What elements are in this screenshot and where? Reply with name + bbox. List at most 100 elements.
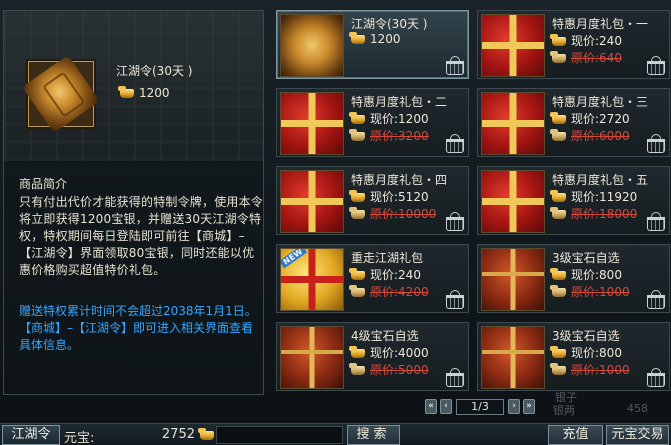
gold-ingot-icon — [349, 285, 365, 297]
item-current-price: 现价:1200 — [349, 110, 429, 127]
last-page-icon[interactable]: » — [523, 399, 535, 414]
item-current-price: 现价:11920 — [550, 188, 638, 205]
current-price-text: 现价:5120 — [370, 190, 429, 204]
item-title: 特惠月度礼包・五 — [552, 173, 649, 187]
basket-icon[interactable] — [647, 290, 665, 309]
item-thumb — [481, 14, 545, 77]
search-input[interactable] — [216, 426, 343, 444]
item-card[interactable]: 特惠月度礼包・一 现价:240 原价:640 — [477, 10, 670, 79]
gold-ingot-icon — [118, 86, 134, 98]
gold-ingot-icon — [349, 129, 365, 141]
original-price-text: 原价:1000 — [571, 363, 630, 377]
prev-page-icon[interactable]: ‹ — [440, 399, 452, 414]
item-grid: 江湖令(30天 ) 1200 特惠月度礼包・一 现价:240 原价:640 特惠… — [276, 10, 670, 391]
gold-ingot-icon — [550, 346, 566, 358]
red-gift-icon — [482, 171, 544, 232]
detail-price-value: 1200 — [139, 86, 170, 100]
currency-label: 元宝: — [64, 431, 95, 445]
privilege-note: 赠送特权累计时间不会超过2038年1月1日。【商城】–【江湖令】即可进入相关界面… — [19, 304, 257, 352]
item-original-price: 原价:10000 — [349, 205, 437, 222]
background-text: 银子 — [555, 391, 577, 404]
basket-icon[interactable] — [647, 368, 665, 387]
gold-ingot-icon — [550, 190, 566, 202]
current-price-text: 现价:800 — [571, 346, 622, 360]
item-card[interactable]: 特惠月度礼包・四 现价:5120 原价:10000 — [276, 166, 469, 235]
item-current-price: 现价:800 — [550, 266, 622, 283]
token-icon — [22, 55, 100, 133]
original-price-text: 原价:640 — [571, 51, 622, 65]
item-original-price: 原价:1000 — [550, 283, 630, 300]
gold-ingot-icon — [550, 34, 566, 46]
gold-ingot-icon — [349, 32, 365, 44]
item-detail-panel: 江湖令(30天 ) 1200 商品简介 只有付出代价才能获得的特制令牌，使用本令… — [3, 10, 264, 395]
tab-jianghu-ling[interactable]: 江湖令 — [2, 425, 60, 445]
next-page-icon[interactable]: › — [508, 399, 520, 414]
basket-icon[interactable] — [446, 212, 464, 231]
item-current-price: 现价:240 — [550, 32, 622, 49]
search-button[interactable]: 搜索 — [347, 425, 400, 445]
basket-icon[interactable] — [647, 56, 665, 75]
item-title: 特惠月度礼包・四 — [351, 173, 448, 187]
item-title: 4级宝石自选 — [351, 329, 419, 343]
recharge-button[interactable]: 充值 — [548, 425, 603, 445]
item-title: 重走江湖礼包 — [351, 251, 424, 265]
basket-icon[interactable] — [647, 134, 665, 153]
item-card[interactable]: 江湖令(30天 ) 1200 — [276, 10, 469, 79]
item-original-price: 原价:640 — [550, 49, 622, 66]
basket-icon[interactable] — [446, 134, 464, 153]
item-card[interactable]: NEW 重走江湖礼包 现价:240 原价:4200 — [276, 244, 469, 313]
original-price-text: 原价:1000 — [571, 285, 630, 299]
shop-window: 江湖令(30天 ) 1200 商品简介 只有付出代价才能获得的特制令牌，使用本令… — [0, 0, 671, 445]
item-card[interactable]: 4级宝石自选 现价:4000 原价:5000 — [276, 322, 469, 391]
current-price-text: 现价:240 — [571, 34, 622, 48]
token-icon — [281, 15, 343, 76]
detail-item-price: 1200 — [118, 86, 170, 100]
item-current-price: 现价:4000 — [349, 344, 429, 361]
basket-icon[interactable] — [446, 56, 464, 75]
detail-item-icon — [22, 55, 100, 133]
item-card[interactable]: 3级宝石自选 现价:800 原价:1000 — [477, 322, 670, 391]
item-card[interactable]: 特惠月度礼包・五 现价:11920 原价:18000 — [477, 166, 670, 235]
item-current-price: 现价:2720 — [550, 110, 630, 127]
item-thumb — [481, 326, 545, 389]
item-price-value: 1200 — [370, 32, 401, 46]
basket-icon[interactable] — [446, 368, 464, 387]
page-indicator: 1/3 — [456, 399, 504, 415]
chest-icon — [281, 327, 343, 388]
basket-icon[interactable] — [647, 212, 665, 231]
original-price-text: 原价:5000 — [370, 363, 429, 377]
background-text: 458 — [627, 402, 648, 415]
current-price-text: 现价:1200 — [370, 112, 429, 126]
red-gift-icon — [281, 93, 343, 154]
item-thumb — [481, 248, 545, 311]
item-original-price: 原价:4200 — [349, 283, 429, 300]
item-card[interactable]: 3级宝石自选 现价:800 原价:1000 — [477, 244, 670, 313]
gold-ingot-icon — [550, 268, 566, 280]
current-price-text: 现价:4000 — [370, 346, 429, 360]
item-card[interactable]: 特惠月度礼包・二 现价:1200 原价:3200 — [276, 88, 469, 157]
current-price-text: 现价:240 — [370, 268, 421, 282]
item-original-price: 原价:6000 — [550, 127, 630, 144]
red-gift-icon — [482, 15, 544, 76]
item-thumb — [280, 14, 344, 77]
item-title: 江湖令(30天 ) — [351, 17, 428, 31]
currency-value: 2752 — [161, 427, 195, 442]
basket-icon[interactable] — [446, 290, 464, 309]
item-current-price: 现价:240 — [349, 266, 421, 283]
item-title: 特惠月度礼包・一 — [552, 17, 649, 31]
original-price-text: 原价:10000 — [370, 207, 437, 221]
bottom-bar: 江湖令 元宝: 2752 搜索 充值 元宝交易 — [0, 423, 671, 445]
item-card[interactable]: 特惠月度礼包・三 现价:2720 原价:6000 — [477, 88, 670, 157]
item-original-price: 原价:1000 — [550, 361, 630, 378]
gold-ingot-icon — [349, 190, 365, 202]
gold-ingot-icon — [550, 285, 566, 297]
item-thumb — [280, 326, 344, 389]
original-price-text: 原价:6000 — [571, 129, 630, 143]
first-page-icon[interactable]: « — [425, 399, 437, 414]
detail-item-name: 江湖令(30天 ) — [116, 64, 193, 78]
ingot-exchange-button[interactable]: 元宝交易 — [606, 425, 669, 445]
item-original-price: 原价:3200 — [349, 127, 429, 144]
gold-ingot-icon — [198, 428, 214, 440]
item-title: 3级宝石自选 — [552, 251, 620, 265]
current-price-text: 现价:11920 — [571, 190, 638, 204]
